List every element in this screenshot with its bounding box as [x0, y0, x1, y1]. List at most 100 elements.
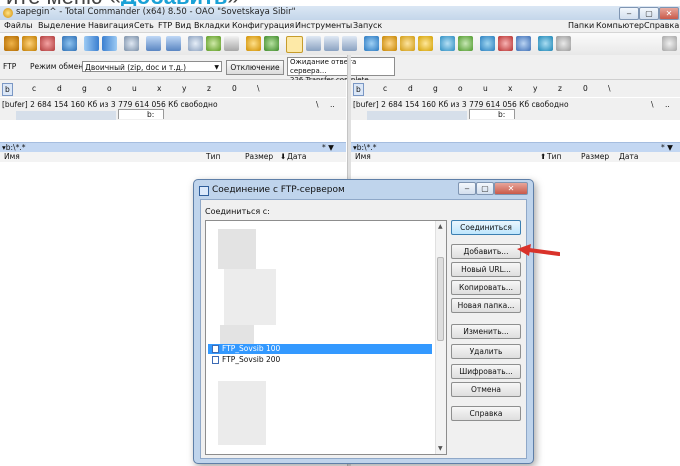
new-url-button[interactable]: Новый URL...: [451, 262, 521, 277]
drive-d-button[interactable]: d: [406, 83, 415, 94]
brush-icon[interactable]: [556, 36, 571, 51]
drive-network-button[interactable]: \: [255, 83, 262, 94]
drive-y-button[interactable]: y: [180, 83, 188, 94]
menu-network[interactable]: Сеть: [134, 21, 154, 30]
calc-icon[interactable]: [480, 36, 495, 51]
drive-x-button[interactable]: x: [155, 83, 163, 94]
menu-configuration[interactable]: Конфигурация: [232, 21, 294, 30]
left-root-button[interactable]: \: [316, 100, 319, 109]
network-icon[interactable]: [264, 36, 279, 51]
compare-icon[interactable]: [224, 36, 239, 51]
connect-button[interactable]: Соединиться: [451, 220, 521, 235]
monitor-icon[interactable]: [458, 36, 473, 51]
drive-d-button[interactable]: d: [55, 83, 64, 94]
drive-c-button[interactable]: c: [30, 83, 38, 94]
left-col-date[interactable]: Дата: [287, 152, 306, 162]
pen-icon[interactable]: [516, 36, 531, 51]
tool-icon[interactable]: [498, 36, 513, 51]
help-button[interactable]: Справка: [451, 406, 521, 421]
menu-selection[interactable]: Выделение: [38, 21, 86, 30]
right-col-date[interactable]: Дата: [619, 152, 638, 162]
drive-u-button[interactable]: u: [481, 83, 490, 94]
back-icon[interactable]: [84, 36, 99, 51]
folder-icon[interactable]: [382, 36, 397, 51]
menu-launch[interactable]: Запуск: [353, 21, 382, 30]
maximize-button[interactable]: ▢: [639, 7, 659, 20]
copy-button[interactable]: Копировать...: [451, 280, 521, 295]
connection-list-scrollbar[interactable]: ▲ ▼: [435, 221, 446, 454]
ftp-new-icon[interactable]: [306, 36, 321, 51]
new-folder-button[interactable]: Новая папка...: [451, 298, 521, 313]
scroll-up-icon[interactable]: ▲: [438, 223, 443, 230]
drive-c-button[interactable]: c: [381, 83, 389, 94]
edit-icon[interactable]: [246, 36, 261, 51]
left-col-size[interactable]: Размер: [245, 152, 273, 162]
edit-button[interactable]: Изменить...: [451, 324, 521, 339]
menu-navigation[interactable]: Навигация: [88, 21, 133, 30]
sync-icon[interactable]: [206, 36, 221, 51]
drive-0-button[interactable]: 0: [581, 83, 590, 94]
globe-icon[interactable]: [538, 36, 553, 51]
left-col-type[interactable]: Тип: [206, 152, 220, 162]
forward-icon[interactable]: [102, 36, 117, 51]
drive-network-button[interactable]: \: [606, 83, 613, 94]
refresh-icon[interactable]: [62, 36, 77, 51]
overflow-icon[interactable]: [662, 36, 677, 51]
view-icon[interactable]: [146, 36, 161, 51]
dialog-maximize-button[interactable]: ▢: [476, 182, 494, 195]
delete-button[interactable]: Удалить: [451, 344, 521, 359]
menu-files[interactable]: Файлы: [4, 21, 32, 30]
drive-z-button[interactable]: z: [556, 83, 564, 94]
right-tab-b[interactable]: b:: [469, 109, 515, 119]
dialog-minimize-button[interactable]: ‒: [458, 182, 476, 195]
menu-computer[interactable]: Компьютер: [596, 21, 644, 30]
copy-icon[interactable]: [364, 36, 379, 51]
drive-x-button[interactable]: x: [506, 83, 514, 94]
note-icon[interactable]: [418, 36, 433, 51]
connection-item[interactable]: FTP_Sovsib 100: [208, 344, 432, 354]
drive-b-button[interactable]: b: [2, 83, 13, 96]
star-icon[interactable]: [188, 36, 203, 51]
connection-item[interactable]: FTP_Sovsib 200: [208, 355, 432, 365]
drive-b-button[interactable]: b: [353, 83, 364, 96]
drive-z-button[interactable]: z: [205, 83, 213, 94]
menu-tools[interactable]: Инструменты: [295, 21, 352, 30]
connection-list[interactable]: FTP_Sovsib 100 FTP_Sovsib 200 ▲ ▼: [205, 220, 447, 455]
right-root-button[interactable]: \: [651, 100, 654, 109]
pack-icon[interactable]: [400, 36, 415, 51]
right-col-name[interactable]: Имя: [355, 152, 371, 162]
brief-view-icon[interactable]: [166, 36, 181, 51]
cancel-button[interactable]: Отмена: [451, 382, 521, 397]
right-col-size[interactable]: Размер: [581, 152, 609, 162]
plugin-icon[interactable]: [40, 36, 55, 51]
gear-icon[interactable]: [4, 36, 19, 51]
menu-help[interactable]: Справка: [644, 21, 679, 30]
drive-o-button[interactable]: o: [105, 83, 114, 94]
drive-0-button[interactable]: 0: [230, 83, 239, 94]
menu-ftp[interactable]: FTP: [158, 21, 172, 30]
drive-y-button[interactable]: y: [531, 83, 539, 94]
settings-icon[interactable]: [22, 36, 37, 51]
right-up-button[interactable]: ..: [665, 100, 670, 109]
menu-tabs[interactable]: Вкладки: [194, 21, 230, 30]
right-col-type[interactable]: Тип: [547, 152, 561, 162]
scroll-thumb[interactable]: [437, 257, 444, 341]
dialog-close-button[interactable]: ✕: [494, 182, 528, 195]
ftp-download-icon[interactable]: [342, 36, 357, 51]
menu-view[interactable]: Вид: [175, 21, 191, 30]
left-tab-b[interactable]: b:: [118, 109, 164, 119]
add-button[interactable]: Добавить...: [451, 244, 521, 259]
ftp-disconnect-icon[interactable]: [324, 36, 339, 51]
ftp-connect-icon[interactable]: [286, 36, 303, 53]
left-up-button[interactable]: ..: [330, 100, 335, 109]
left-col-name[interactable]: Имя: [4, 152, 20, 162]
transfer-mode-select[interactable]: Двоичный (zip, doc и т.д.): [82, 61, 222, 73]
app-launch-icon[interactable]: [440, 36, 455, 51]
drive-g-button[interactable]: g: [80, 83, 89, 94]
drive-u-button[interactable]: u: [130, 83, 139, 94]
drive-o-button[interactable]: o: [456, 83, 465, 94]
minimize-button[interactable]: ‒: [619, 7, 639, 20]
drive-g-button[interactable]: g: [431, 83, 440, 94]
search-icon[interactable]: [124, 36, 139, 51]
encrypt-button[interactable]: Шифровать...: [451, 364, 521, 379]
